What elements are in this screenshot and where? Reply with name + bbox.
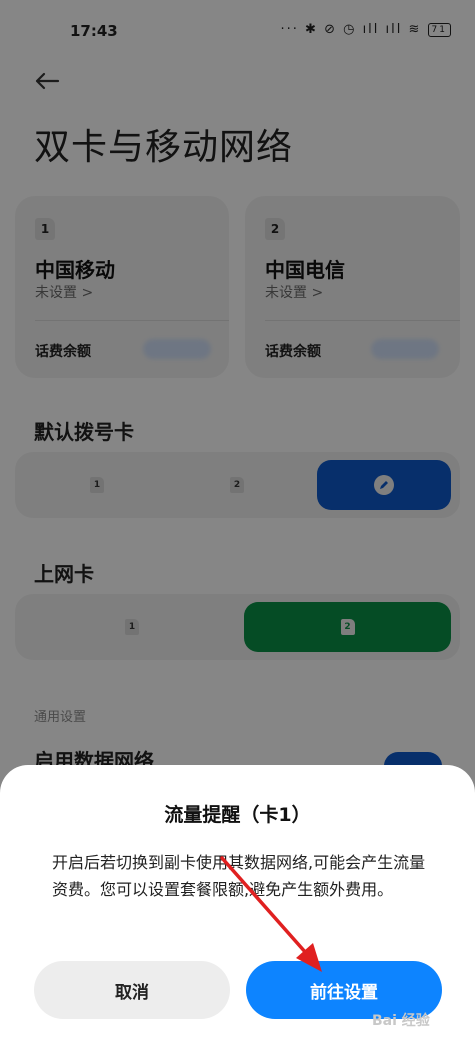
- dialog-title: 流量提醒（卡1）: [164, 804, 311, 826]
- cancel-button[interactable]: 取消: [34, 961, 230, 1019]
- watermark: Bai 经验: [372, 1013, 430, 1029]
- dialog-message: 开启后若切换到副卡使用其数据网络,可能会产生流量资费。您可以设置套餐限额,避免产…: [52, 853, 426, 899]
